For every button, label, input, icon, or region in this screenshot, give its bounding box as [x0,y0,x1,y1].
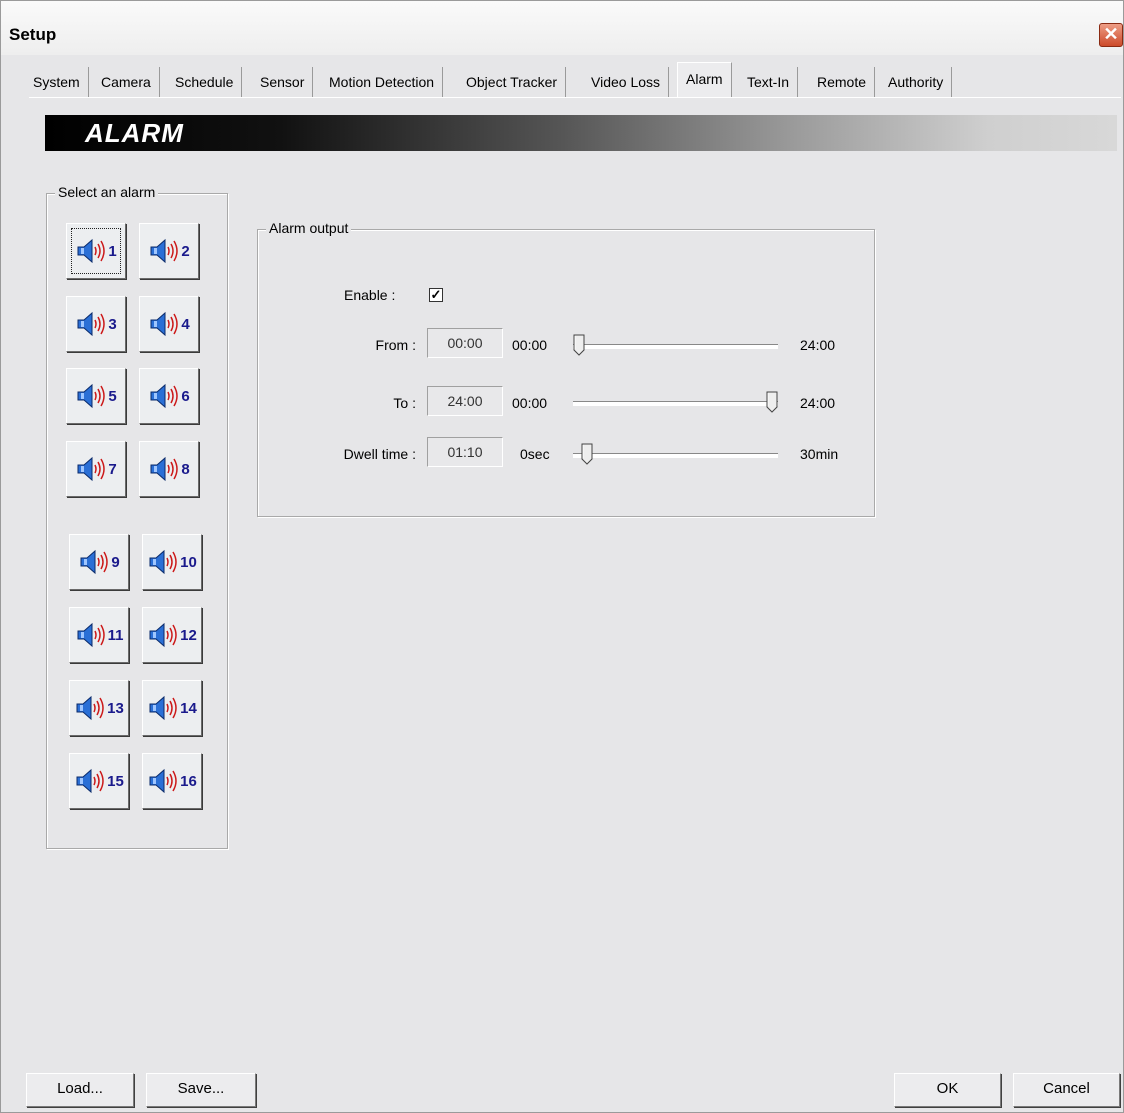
speaker-icon [149,549,177,575]
alarm-number: 10 [180,553,197,571]
alarm-number: 14 [180,699,197,717]
speaker-icon [150,383,179,409]
banner-title: ALARM [85,118,184,148]
cancel-button[interactable]: Cancel [1013,1073,1120,1107]
dwell-slider-thumb[interactable] [581,443,593,465]
alarm-button-6[interactable]: 6 [139,368,199,424]
window-title: Setup [9,25,57,44]
alarm-button-7[interactable]: 7 [66,441,126,497]
alarm-number: 5 [108,387,117,405]
load-button[interactable]: Load... [26,1073,134,1107]
from-label: From : [375,337,416,353]
alarm-button-14[interactable]: 14 [142,680,202,736]
tab-video-loss[interactable]: Video Loss [583,67,670,97]
title-bar: Setup ✕ [1,1,1123,55]
speaker-icon [80,549,109,575]
from-min-label: 00:00 [512,337,548,353]
tab-remote[interactable]: Remote [809,67,876,97]
alarm-number: 15 [107,772,124,790]
tab-schedule[interactable]: Schedule [167,67,243,97]
from-slider-thumb[interactable] [573,334,585,356]
tab-camera[interactable]: Camera [93,67,160,97]
dwell-min-label: 0sec [520,446,550,462]
check-icon: ✓ [430,287,442,302]
dwell-slider-track[interactable] [573,453,778,458]
alarm-number: 2 [181,242,190,260]
alarm-number: 8 [181,460,190,478]
dwell-max-label: 30min [800,446,839,462]
speaker-icon [76,768,104,794]
speaker-icon [77,622,105,648]
save-button[interactable]: Save... [146,1073,256,1107]
alarm-number: 13 [107,699,124,717]
to-slider-thumb[interactable] [766,391,778,413]
section-banner: ALARM [45,115,1117,151]
close-button[interactable]: ✕ [1099,23,1123,47]
alarm-button-12[interactable]: 12 [142,607,202,663]
speaker-icon [77,238,106,264]
alarm-button-8[interactable]: 8 [139,441,199,497]
speaker-icon [149,768,177,794]
alarm-number: 9 [111,553,120,571]
tab-object-tracker[interactable]: Object Tracker [458,67,567,97]
alarm-button-15[interactable]: 15 [69,753,129,809]
alarm-button-5[interactable]: 5 [66,368,126,424]
tab-system[interactable]: System [25,67,89,97]
to-label: To : [393,395,416,411]
alarm-number: 1 [108,242,117,260]
speaker-icon [76,695,104,721]
dwell-label: Dwell time : [343,446,416,462]
alarm-number: 3 [108,315,117,333]
alarm-output-group: Alarm output [257,220,875,517]
alarm-button-3[interactable]: 3 [66,296,126,352]
alarm-button-10[interactable]: 10 [142,534,202,590]
to-max-label: 24:00 [800,395,836,411]
speaker-icon [150,238,179,264]
tab-text-in[interactable]: Text-In [739,67,799,97]
alarm-number: 12 [180,626,197,644]
from-slider-track[interactable] [573,344,778,349]
tab-divider [29,97,1121,98]
to-min-label: 00:00 [512,395,548,411]
dwell-value-field[interactable]: 01:10 [427,437,503,467]
ok-button[interactable]: OK [894,1073,1001,1107]
speaker-icon [77,383,106,409]
enable-checkbox[interactable]: ✓ [429,288,443,302]
alarm-button-4[interactable]: 4 [139,296,199,352]
speaker-icon [149,622,177,648]
alarm-button-11[interactable]: 11 [69,607,129,663]
enable-label: Enable : [344,287,396,303]
speaker-icon [77,456,106,482]
speaker-icon [150,311,179,337]
tab-alarm[interactable]: Alarm [677,62,732,98]
alarm-button-9[interactable]: 9 [69,534,129,590]
alarm-button-13[interactable]: 13 [69,680,129,736]
select-alarm-group: Select an alarm [46,184,228,849]
alarm-button-16[interactable]: 16 [142,753,202,809]
alarm-button-2[interactable]: 2 [139,223,199,279]
tab-motion-detection[interactable]: Motion Detection [321,67,444,97]
to-value-field[interactable]: 24:00 [427,386,503,416]
alarm-output-label: Alarm output [266,220,352,236]
select-alarm-label: Select an alarm [55,184,159,200]
speaker-icon [150,456,179,482]
from-max-label: 24:00 [800,337,836,353]
setup-window: Setup ✕ System Camera Schedule Sensor Mo… [0,0,1124,1113]
alarm-number: 16 [180,772,197,790]
to-slider-track[interactable] [573,401,778,406]
alarm-button-1[interactable]: 1 [66,223,126,279]
tab-authority[interactable]: Authority [880,67,953,97]
alarm-number: 7 [108,460,117,478]
alarm-number: 6 [181,387,190,405]
speaker-icon [149,695,177,721]
alarm-number: 4 [181,315,190,333]
from-value-field[interactable]: 00:00 [427,328,503,358]
close-icon: ✕ [1103,24,1119,44]
speaker-icon [77,311,106,337]
alarm-number: 11 [107,626,124,644]
tab-sensor[interactable]: Sensor [252,67,314,97]
